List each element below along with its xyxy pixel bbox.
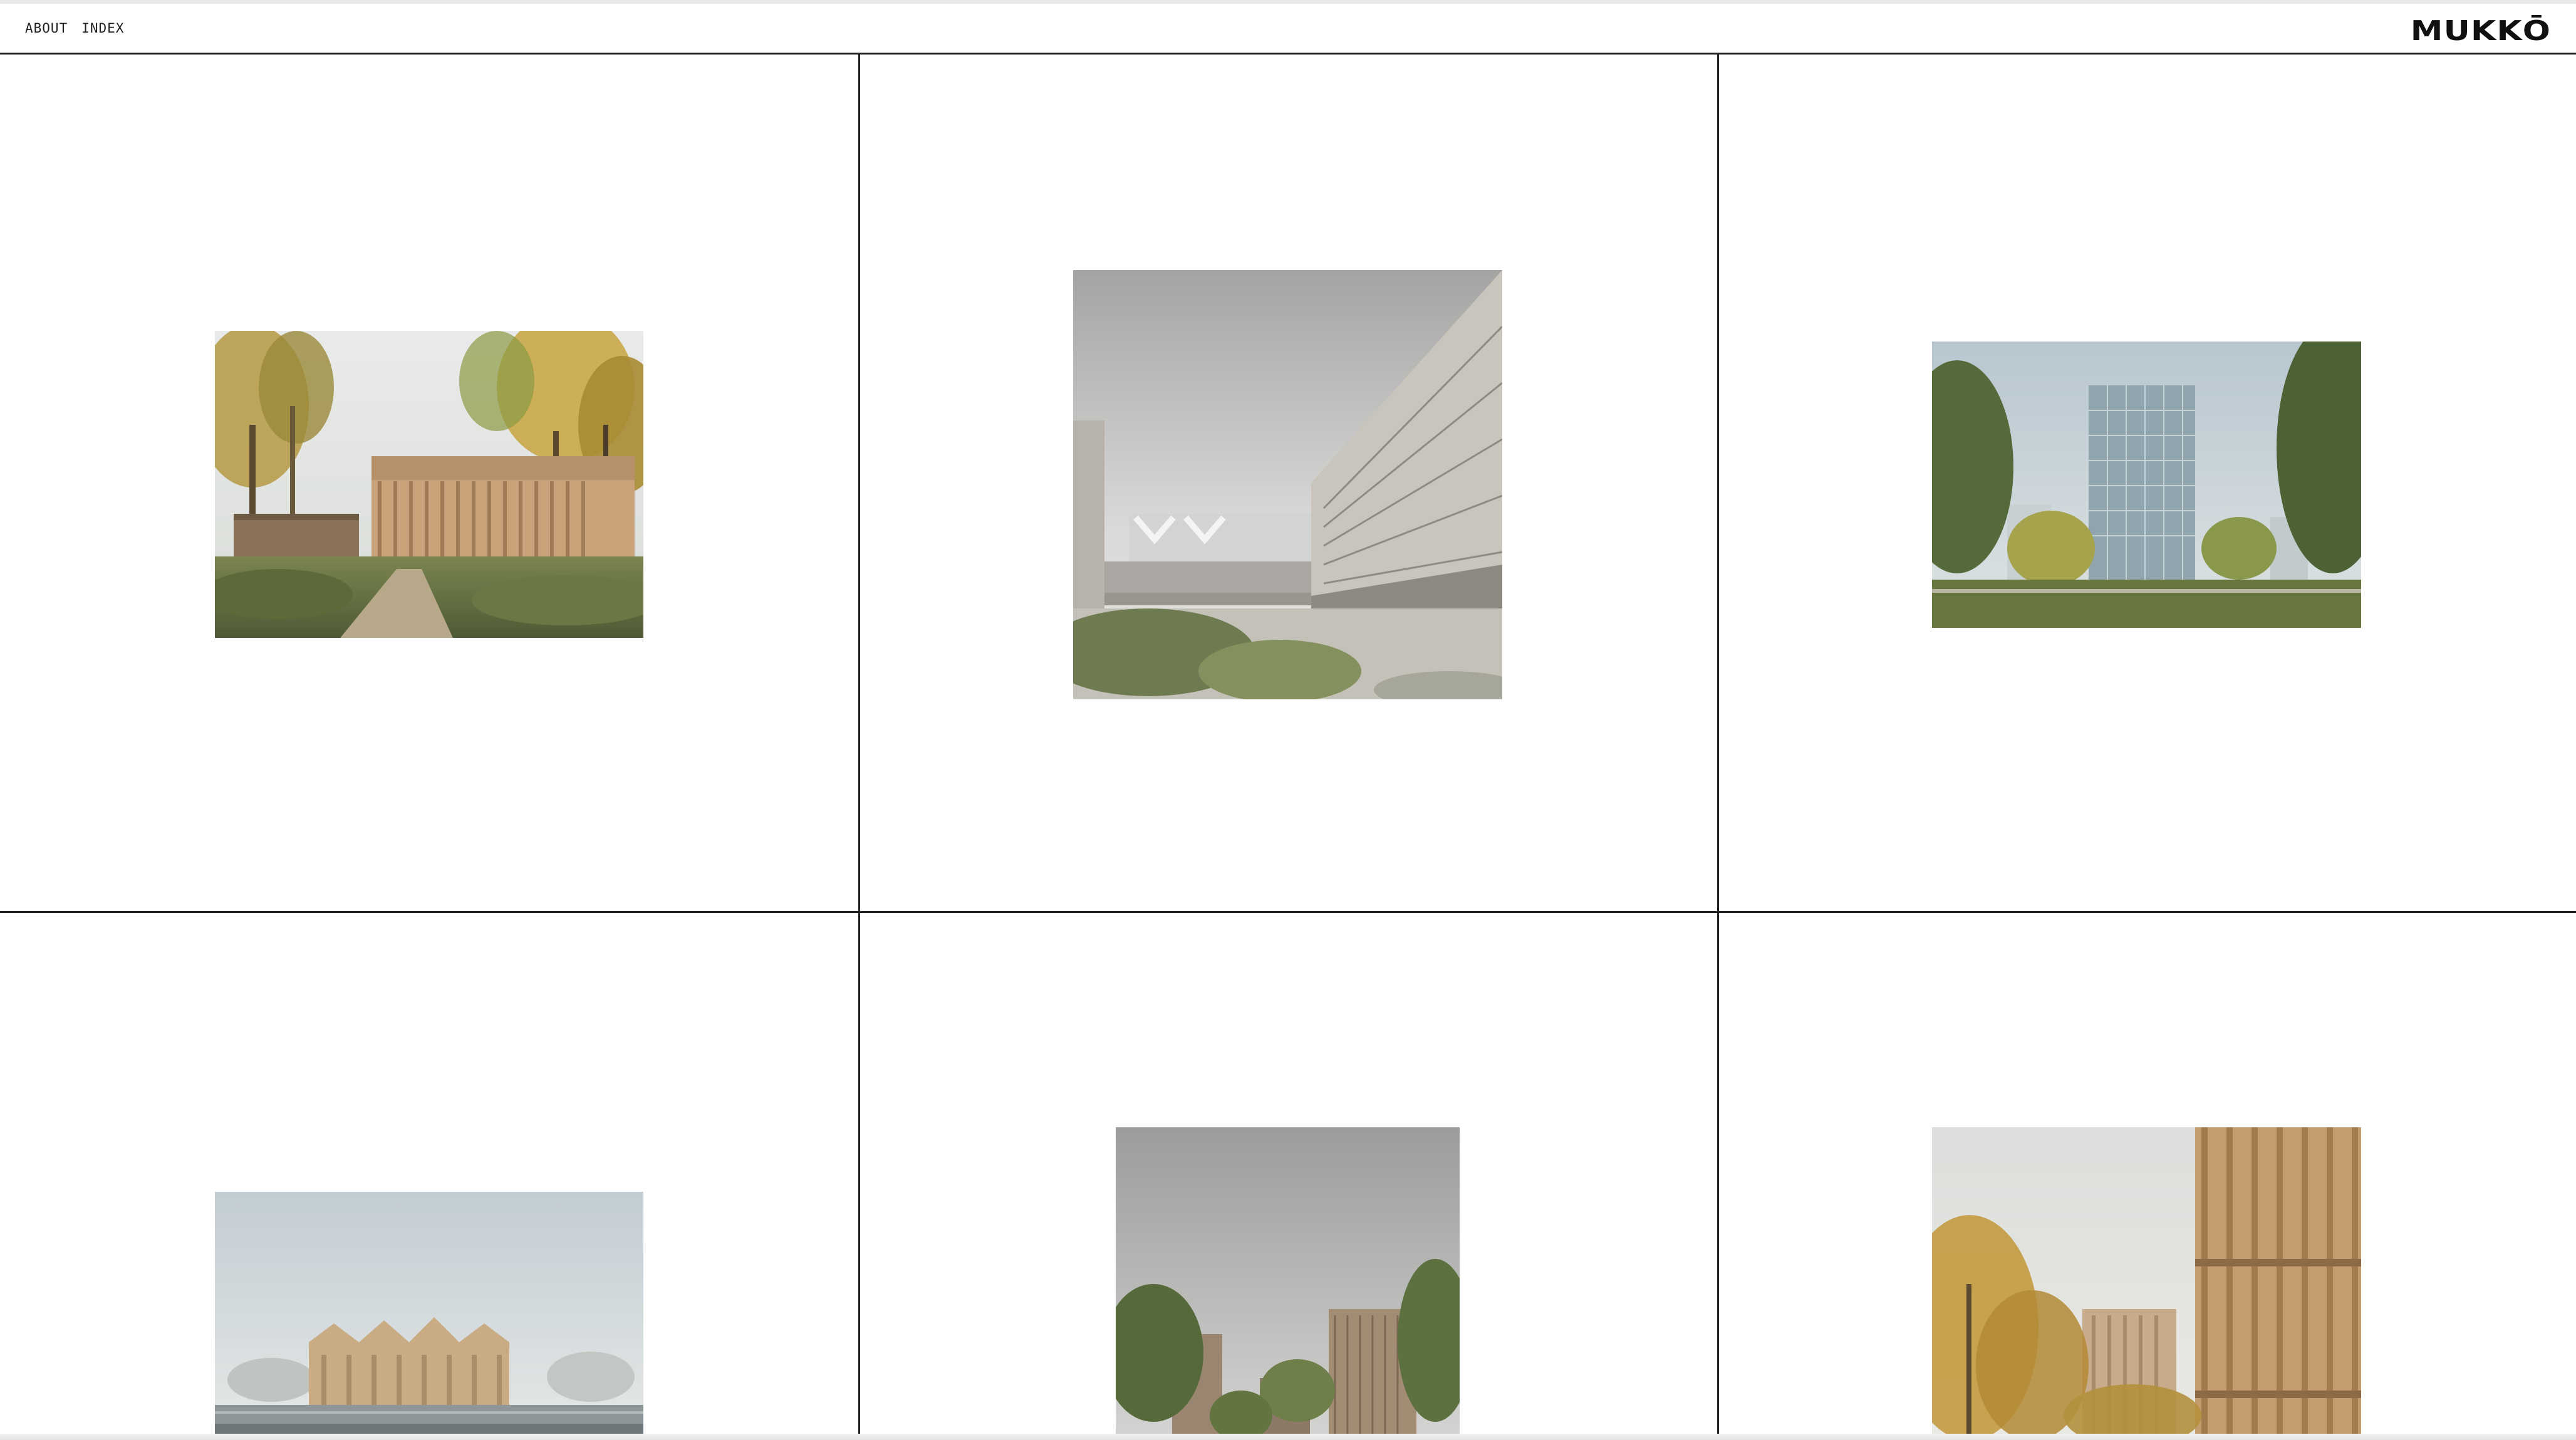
project-thumbnail-5[interactable] [1116, 1127, 1460, 1440]
grid-divider-vertical-1 [858, 55, 860, 1440]
project-thumbnail-4[interactable] [215, 1192, 643, 1440]
render-timber-facade-autumn-icon [1932, 1127, 2361, 1440]
nav-about-link[interactable]: ABOUT [25, 21, 68, 36]
nav-index-link[interactable]: INDEX [81, 21, 124, 36]
site-header: ABOUT INDEX MUKKŌ [0, 4, 2576, 55]
project-thumbnail-3[interactable] [1932, 342, 2361, 628]
project-thumbnail-6[interactable] [1932, 1127, 2361, 1440]
main-nav: ABOUT INDEX [25, 21, 124, 36]
window-bottom-edge [0, 1434, 2576, 1440]
render-glass-tower-park-icon [1932, 342, 2361, 628]
render-waterfront-gabled-roofs-icon [215, 1192, 643, 1440]
project-thumbnail-2[interactable] [1073, 270, 1502, 699]
render-wooden-pavilion-forest-icon [215, 331, 643, 638]
brand-logo[interactable]: MUKKŌ [2411, 15, 2551, 47]
grid-divider-horizontal [0, 911, 2576, 913]
render-twin-buildings-trees-icon [1116, 1127, 1460, 1440]
grid-divider-vertical-2 [1717, 55, 1719, 1440]
render-courtyard-long-facade-icon [1073, 270, 1502, 699]
project-thumbnail-1[interactable] [215, 331, 643, 638]
